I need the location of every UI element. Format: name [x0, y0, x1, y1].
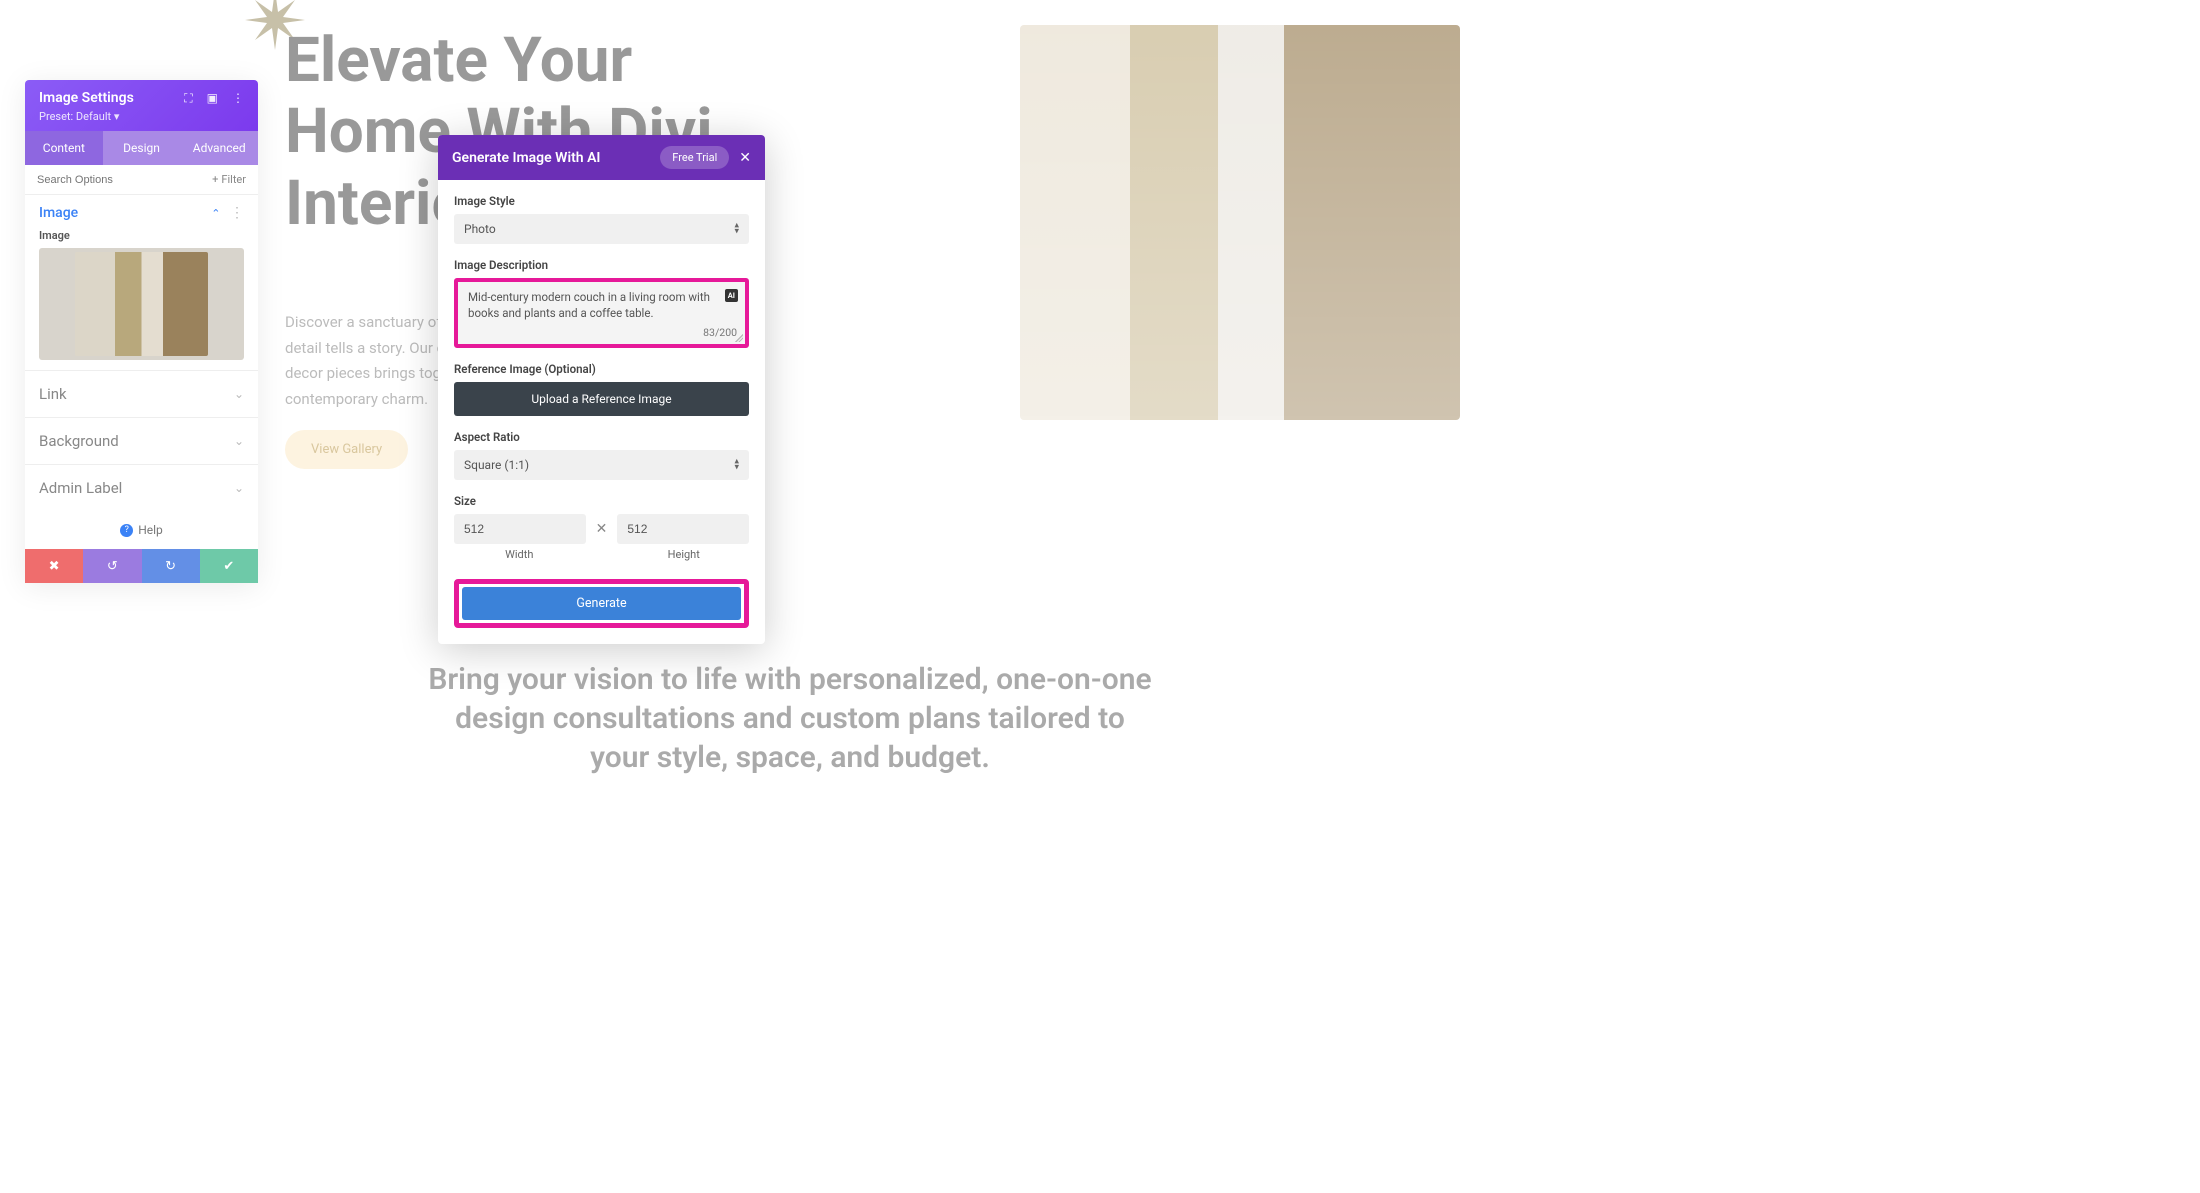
width-label: Width [454, 548, 585, 561]
chevron-down-icon: ▾ [114, 110, 120, 123]
ai-modal-title: Generate Image With AI [452, 150, 600, 166]
search-row: + Filter [25, 165, 258, 195]
headline-line: Elevate Your [285, 25, 713, 96]
undo-icon: ↺ [107, 559, 118, 574]
close-icon: ✕ [739, 150, 751, 166]
expand-icon[interactable]: ⛶ [184, 91, 192, 106]
subhead-line: design consultations and custom plans ta… [375, 699, 1205, 738]
subhead-line: Bring your vision to life with personali… [375, 660, 1205, 699]
close-button[interactable]: ✕ [739, 150, 751, 166]
filter-button[interactable]: + Filter [212, 173, 246, 186]
filter-label: Filter [221, 173, 246, 186]
section-link[interactable]: Link ⌄ [25, 370, 258, 417]
select-value: Square (1:1) [464, 458, 529, 472]
image-description-highlight: Mid-century modern couch in a living roo… [454, 278, 749, 348]
view-gallery-button[interactable]: View Gallery [285, 430, 408, 469]
settings-tabs: Content Design Advanced [25, 131, 258, 165]
settings-title: Image Settings [39, 90, 134, 106]
resize-handle-icon[interactable] [735, 334, 743, 342]
image-description-label: Image Description [454, 258, 749, 272]
redo-icon: ↻ [165, 559, 176, 574]
image-settings-panel: Image Settings ⛶ ▣ ⋮ Preset: Default ▾ C… [25, 80, 258, 583]
save-button[interactable]: ✔ [200, 549, 258, 583]
section-label: Admin Label [39, 479, 122, 497]
image-preview[interactable] [39, 248, 244, 360]
height-label: Height [619, 548, 750, 561]
search-input[interactable] [37, 174, 212, 186]
close-icon: ✖ [49, 559, 60, 574]
chevron-down-icon: ⌄ [234, 387, 244, 401]
generate-button[interactable]: Generate [462, 587, 741, 620]
generate-button-highlight: Generate [454, 579, 749, 628]
select-value: Photo [464, 222, 496, 236]
section-image: Image ⌃ ⋮ Image [25, 195, 258, 370]
size-label: Size [454, 494, 749, 508]
more-options-icon[interactable]: ⋮ [230, 205, 244, 221]
upload-reference-button[interactable]: Upload a Reference Image [454, 382, 749, 416]
tab-content[interactable]: Content [25, 131, 103, 165]
chevron-down-icon: ⌄ [234, 434, 244, 448]
chevron-up-icon: ⌃ [211, 207, 220, 220]
select-caret-icon: ▴▾ [734, 223, 739, 236]
page-subheadline: Bring your vision to life with personali… [375, 660, 1205, 777]
ai-badge-icon[interactable]: AI [725, 289, 738, 302]
aspect-ratio-label: Aspect Ratio [454, 430, 749, 444]
tab-design[interactable]: Design [103, 131, 181, 165]
subhead-line: your style, space, and budget. [375, 738, 1205, 777]
image-style-select[interactable]: Photo ▴▾ [454, 214, 749, 244]
hero-image [1020, 25, 1460, 420]
generate-image-ai-modal: Generate Image With AI Free Trial ✕ Imag… [438, 135, 765, 644]
image-description-textarea[interactable]: Mid-century modern couch in a living roo… [458, 282, 745, 344]
tab-advanced[interactable]: Advanced [180, 131, 258, 165]
ai-modal-header: Generate Image With AI Free Trial ✕ [438, 135, 765, 180]
width-input[interactable] [454, 514, 586, 544]
settings-header: Image Settings ⛶ ▣ ⋮ Preset: Default ▾ [25, 80, 258, 131]
image-field-label: Image [39, 229, 244, 242]
char-count: 83/200 [703, 326, 737, 339]
select-caret-icon: ▴▾ [734, 459, 739, 472]
image-style-label: Image Style [454, 194, 749, 208]
section-label: Link [39, 385, 67, 403]
size-inputs-row: ✕ [454, 514, 749, 544]
help-icon: ? [120, 524, 133, 537]
section-label: Background [39, 432, 119, 450]
ai-modal-body: Image Style Photo ▴▾ Image Description M… [438, 180, 765, 644]
free-trial-badge[interactable]: Free Trial [660, 146, 729, 169]
aspect-ratio-select[interactable]: Square (1:1) ▴▾ [454, 450, 749, 480]
image-thumb [75, 252, 209, 356]
section-admin-label[interactable]: Admin Label ⌄ [25, 464, 258, 511]
panel-layout-icon[interactable]: ▣ [207, 91, 218, 106]
help-link[interactable]: ? Help [25, 511, 258, 549]
times-icon: ✕ [596, 521, 608, 537]
chevron-down-icon: ⌄ [234, 481, 244, 495]
undo-button[interactable]: ↺ [83, 549, 141, 583]
reference-image-label: Reference Image (Optional) [454, 362, 749, 376]
section-image-toggle[interactable]: Image ⌃ ⋮ [39, 205, 244, 221]
description-text: Mid-century modern couch in a living roo… [468, 290, 717, 321]
section-label: Image [39, 205, 78, 221]
redo-button[interactable]: ↻ [142, 549, 200, 583]
height-input[interactable] [617, 514, 749, 544]
cancel-button[interactable]: ✖ [25, 549, 83, 583]
more-options-icon[interactable]: ⋮ [232, 91, 244, 106]
section-background[interactable]: Background ⌄ [25, 417, 258, 464]
settings-footer: ✖ ↺ ↻ ✔ [25, 549, 258, 583]
check-icon: ✔ [223, 559, 234, 574]
help-label: Help [138, 523, 163, 537]
preset-selector[interactable]: Preset: Default ▾ [39, 110, 244, 123]
plus-icon: + [212, 173, 218, 186]
